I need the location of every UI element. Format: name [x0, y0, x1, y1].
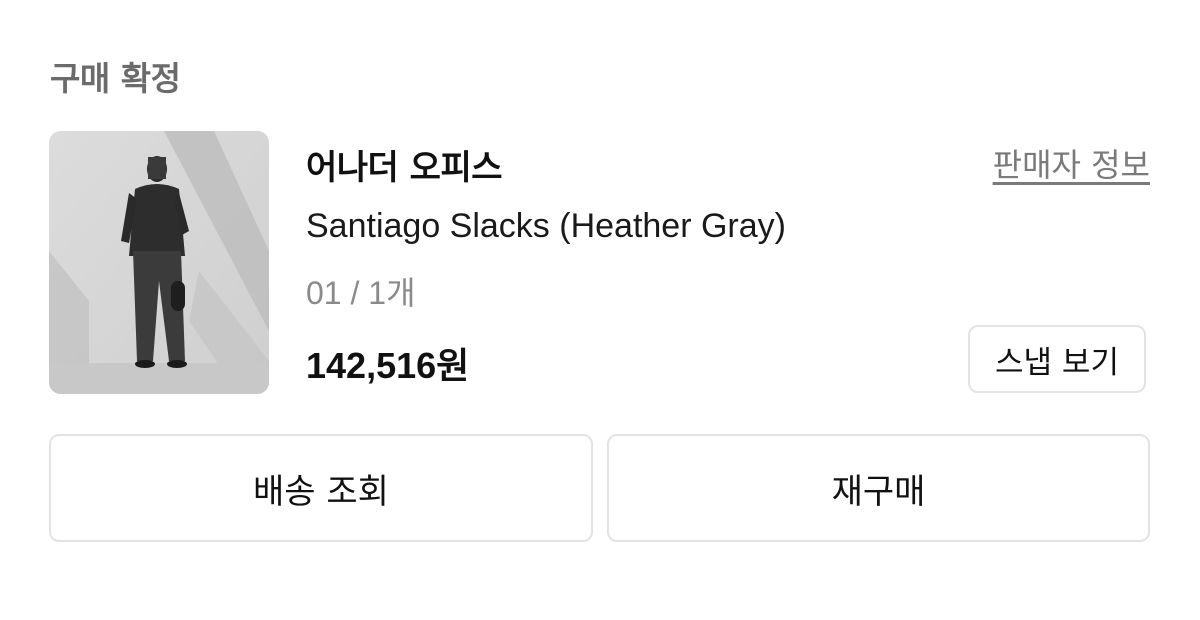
reorder-button[interactable]: 재구매: [607, 434, 1150, 542]
order-status-heading: 구매 확정: [50, 59, 181, 98]
track-delivery-button[interactable]: 배송 조회: [49, 434, 593, 542]
product-price: 142,516원: [306, 345, 470, 386]
product-option: 01 / 1개: [306, 275, 416, 311]
product-photo-image: [49, 131, 269, 394]
view-snap-button[interactable]: 스냅 보기: [968, 325, 1146, 393]
product-thumbnail[interactable]: [49, 131, 269, 394]
product-name[interactable]: Santiago Slacks (Heather Gray): [306, 207, 786, 246]
seller-info-link[interactable]: 판매자 정보: [993, 140, 1150, 186]
brand-name[interactable]: 어나더 오피스: [306, 140, 503, 189]
